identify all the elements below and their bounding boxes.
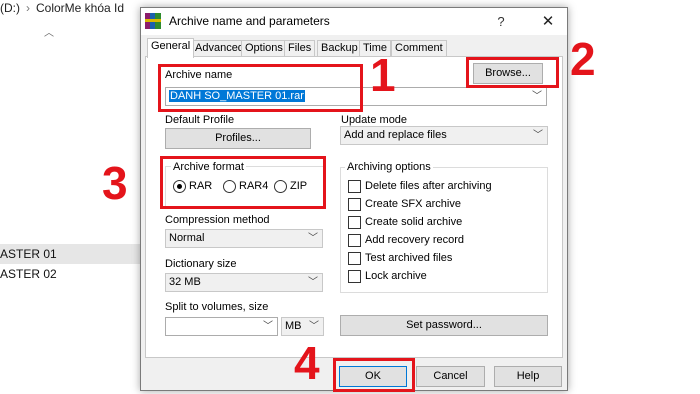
file-name: ASTER 01	[0, 247, 57, 261]
file-row[interactable]: ASTER 02	[0, 264, 140, 284]
create-solid-label[interactable]: Create solid archive	[365, 216, 462, 228]
dictionary-size-value: 32 MB	[169, 276, 201, 288]
tab-advanced[interactable]: Advanced	[191, 40, 248, 57]
dictionary-size-select[interactable]: 32 MB ﹀	[165, 273, 323, 292]
tab-general[interactable]: General	[147, 38, 195, 58]
winrar-app-icon	[145, 13, 161, 29]
step-number-2: 2	[570, 33, 596, 85]
highlight-archive-name	[158, 64, 363, 112]
delete-files-checkbox[interactable]	[348, 180, 361, 193]
split-volumes-input[interactable]: ﹀	[165, 317, 278, 336]
chevron-down-icon[interactable]: ﹀	[532, 88, 542, 105]
explorer-breadcrumb[interactable]: (D:) › ColorMe khóa Id	[0, 0, 124, 18]
chevron-down-icon[interactable]: ﹀	[308, 230, 318, 247]
close-icon[interactable]: ✕	[533, 8, 563, 35]
chevron-down-icon[interactable]: ﹀	[533, 127, 543, 144]
chevron-down-icon[interactable]: ﹀	[309, 318, 319, 335]
recovery-record-checkbox[interactable]	[348, 234, 361, 247]
delete-files-label[interactable]: Delete files after archiving	[365, 180, 492, 192]
default-profile-label: Default Profile	[165, 114, 235, 126]
help-icon[interactable]: ?	[491, 8, 511, 35]
highlight-browse	[466, 57, 559, 88]
file-name: ASTER 02	[0, 267, 57, 281]
step-number-4: 4	[294, 337, 320, 389]
chevron-down-icon[interactable]: ﹀	[263, 318, 273, 335]
create-solid-checkbox[interactable]	[348, 216, 361, 229]
compression-method-select[interactable]: Normal ﹀	[165, 229, 323, 248]
tab-options[interactable]: Options	[241, 40, 287, 57]
set-password-button[interactable]: Set password...	[340, 315, 548, 336]
step-number-1: 1	[370, 49, 396, 101]
highlight-ok	[333, 358, 415, 392]
cancel-button[interactable]: Cancel	[416, 366, 485, 387]
update-mode-label: Update mode	[341, 114, 408, 126]
lock-archive-checkbox[interactable]	[348, 270, 361, 283]
compression-method-label: Compression method	[165, 214, 270, 226]
tab-backup[interactable]: Backup	[317, 40, 362, 57]
update-mode-value: Add and replace files	[344, 129, 447, 141]
help-button[interactable]: Help	[494, 366, 562, 387]
create-sfx-label[interactable]: Create SFX archive	[365, 198, 461, 210]
dialog-titlebar[interactable]: Archive name and parameters ? ✕	[141, 8, 567, 35]
create-sfx-checkbox[interactable]	[348, 198, 361, 211]
sort-caret-icon[interactable]: ︿	[44, 24, 54, 39]
archiving-options-label: Archiving options	[345, 161, 433, 173]
update-mode-select[interactable]: Add and replace files ﹀	[340, 126, 548, 145]
highlight-archive-format	[160, 156, 326, 209]
breadcrumb-folder[interactable]: ColorMe khóa Id	[36, 1, 124, 15]
compression-method-value: Normal	[169, 232, 205, 244]
split-volumes-label: Split to volumes, size	[165, 301, 269, 313]
test-archived-label[interactable]: Test archived files	[365, 252, 452, 264]
test-archived-checkbox[interactable]	[348, 252, 361, 265]
dialog-title: Archive name and parameters	[169, 14, 330, 28]
breadcrumb-separator-icon: ›	[26, 1, 30, 15]
split-unit-value: MB	[285, 320, 302, 332]
tab-files[interactable]: Files	[284, 40, 316, 57]
breadcrumb-drive[interactable]: (D:)	[0, 1, 20, 15]
chevron-down-icon[interactable]: ﹀	[308, 274, 318, 291]
recovery-record-label[interactable]: Add recovery record	[365, 234, 464, 246]
tab-comment[interactable]: Comment	[391, 40, 447, 57]
step-number-3: 3	[102, 157, 128, 209]
profiles-button[interactable]: Profiles...	[165, 128, 311, 149]
lock-archive-label[interactable]: Lock archive	[365, 270, 427, 282]
file-row[interactable]: ASTER 01	[0, 244, 140, 264]
split-unit-select[interactable]: MB ﹀	[281, 317, 324, 336]
dictionary-size-label: Dictionary size	[165, 258, 237, 270]
